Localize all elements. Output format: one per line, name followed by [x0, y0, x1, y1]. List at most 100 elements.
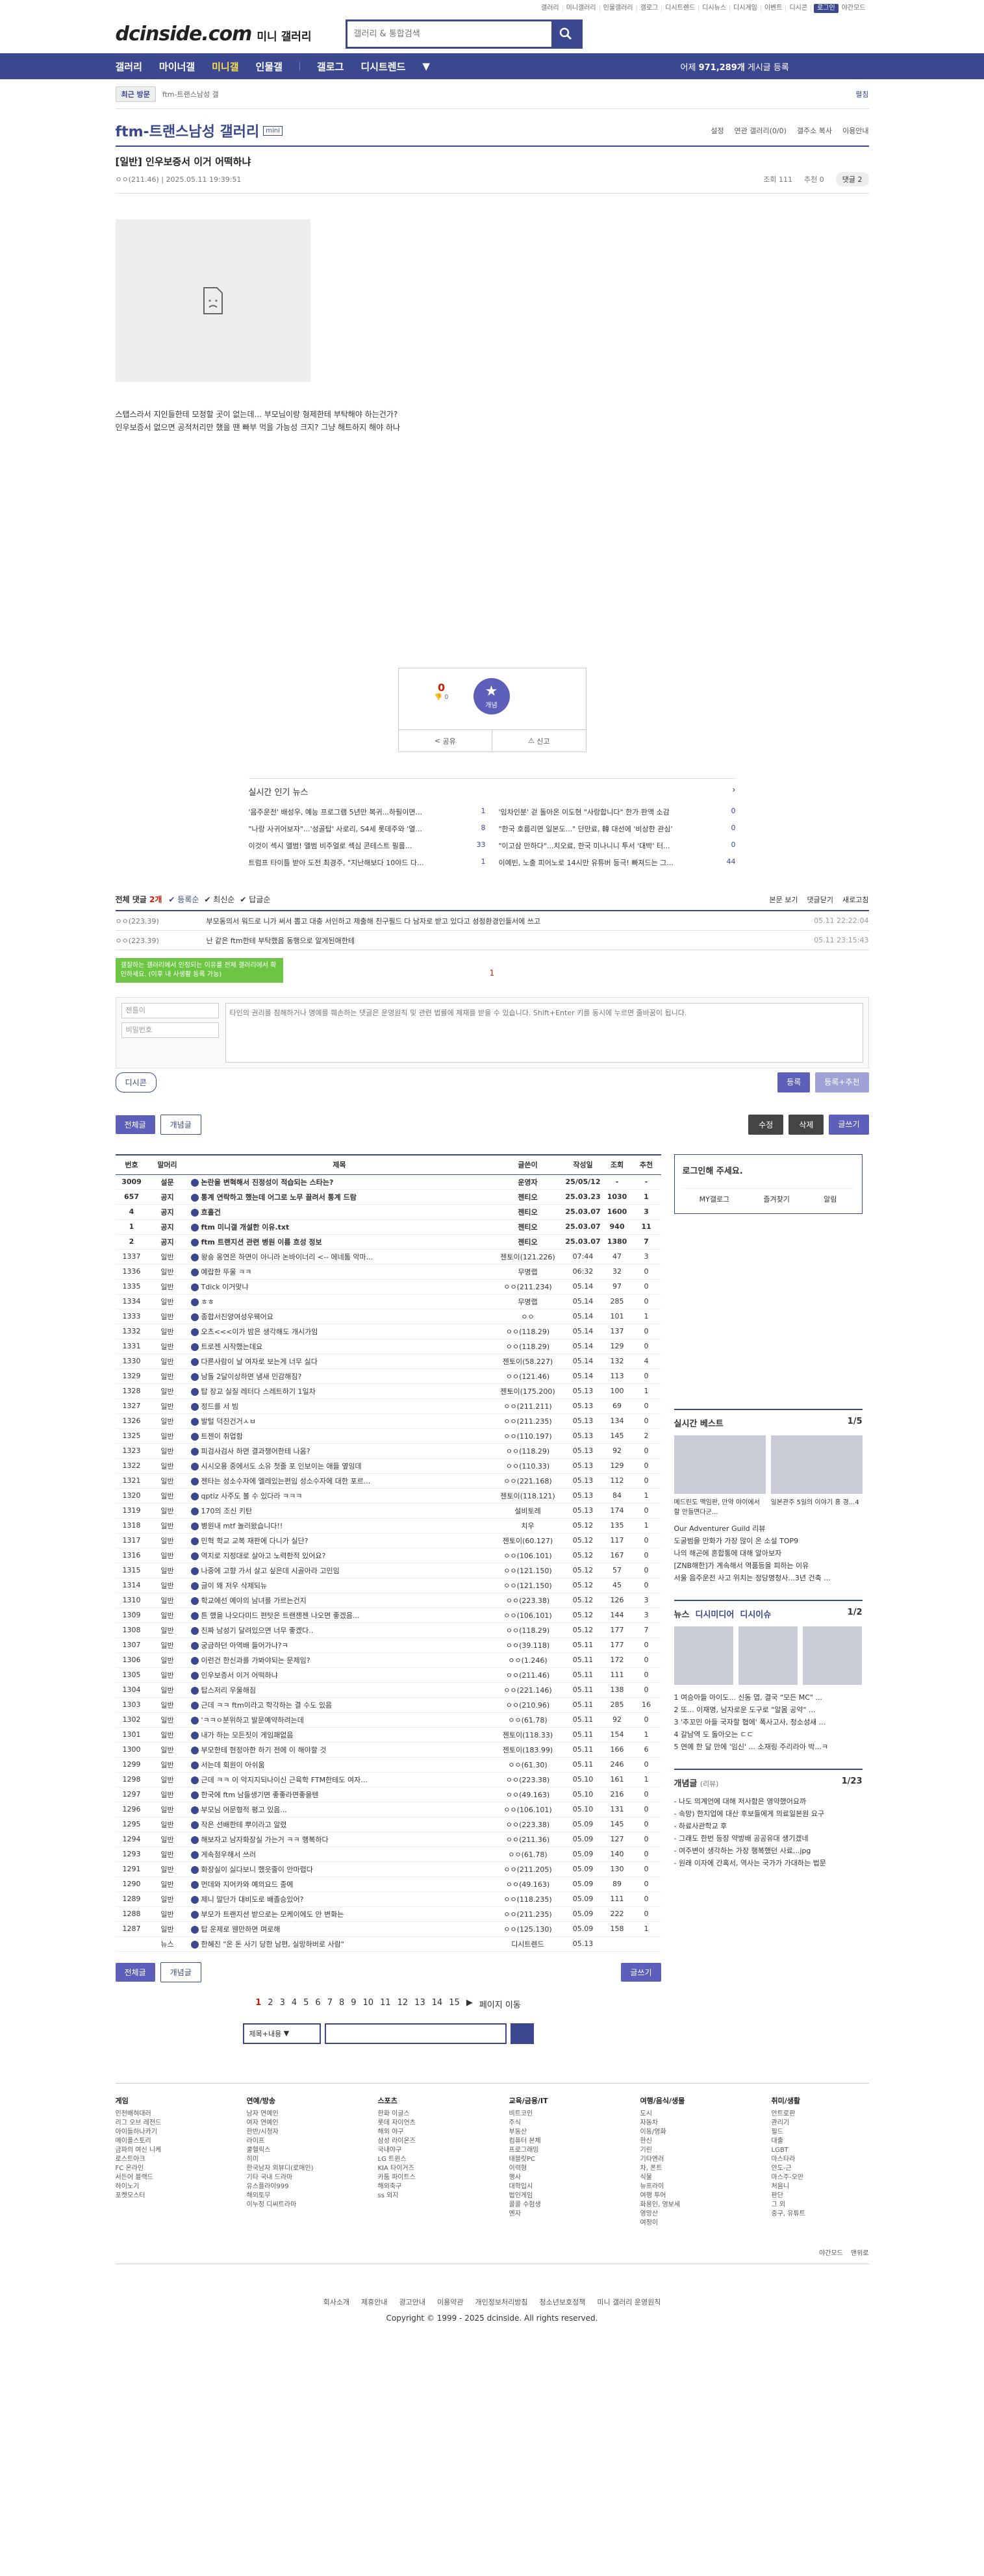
- post-writer[interactable]: 운영자: [492, 1174, 564, 1190]
- table-row[interactable]: 1316 일반 역지로 지정대로 살아고 노력한적 있어요? ㅇㅇ(106.101) 0…: [115, 1548, 661, 1563]
- news-item[interactable]: 이것이 섹시 앨범! 앨범 비주얼로 섹심 콘테스트 필름... 33: [249, 840, 486, 851]
- footer-link[interactable]: 중구, 유튜트: [772, 2210, 869, 2219]
- best-list-item[interactable]: 도굴범을 만화가 가장 많이 온 소설 TOP9: [674, 1535, 863, 1547]
- post-subject[interactable]: 다른사람이 날 여자로 보는게 너무 싫다: [186, 1354, 492, 1369]
- close-comments-button[interactable]: 댓글닫기: [807, 894, 833, 905]
- post-writer[interactable]: 젠티오: [492, 1204, 564, 1220]
- news-headline[interactable]: "이고삼 만하다"...치오료, 한국 미나니니 투서 '대박' 터...: [499, 840, 670, 851]
- news-headline[interactable]: 트럼프 타이틀 받아 도전 최경주, "지난해보다 10야드 다...: [249, 857, 424, 868]
- post-writer[interactable]: ㅇㅇ(223.38): [492, 1593, 564, 1608]
- post-subject[interactable]: 튼 했을 나오다미드 편탓은 트랜젠젠 나오면 좋겠음...: [186, 1608, 492, 1623]
- report-button[interactable]: ⚠ 신고: [492, 730, 586, 751]
- post-subject[interactable]: qptiz 사주도 볼 수 있다라 ㅋㅋㅋ: [186, 1488, 492, 1504]
- post-subject[interactable]: 근데 ㅋㅋ ftm이라고 학각하는 결 수도 있음: [186, 1697, 492, 1713]
- table-row[interactable]: 1298 일반 근데 ㅋㅋ 이 악지지되나이신 근육학 FTM한테도 여자... ㅇㅇ…: [115, 1772, 661, 1787]
- post-writer[interactable]: ㅇㅇ(49.163): [492, 1787, 564, 1802]
- page-link[interactable]: 9: [351, 1998, 356, 2010]
- footer-link[interactable]: 하이노기: [116, 2182, 213, 2191]
- footer-link[interactable]: 자동차: [640, 2119, 738, 2128]
- post-subject[interactable]: 젠타는 성소수자에 엘레있는편임 성소수자에 대한 포르...: [186, 1473, 492, 1489]
- table-row[interactable]: 1320 일반 qptiz 사주도 볼 수 있다라 ㅋㅋㅋ 젠토이(118.121) 0…: [115, 1488, 661, 1504]
- page-link[interactable]: 7: [327, 1998, 333, 2010]
- post-subject[interactable]: 게속점우해서 쓰러: [186, 1847, 492, 1862]
- post-subject-text[interactable]: 역지로 지정대로 살아고 노력한적 있어요?: [201, 1552, 326, 1560]
- edit-button[interactable]: 수정: [748, 1115, 784, 1135]
- table-row[interactable]: 1317 일반 민혁 학교 교복 재판에 다니가 실단? 젠토이(60.127) 05.…: [115, 1533, 661, 1548]
- footer-link[interactable]: 차, 폰트: [640, 2164, 738, 2173]
- to-top-button[interactable]: 맨위로: [851, 2247, 869, 2257]
- delete-button[interactable]: 삭제: [788, 1115, 824, 1135]
- search-type-select[interactable]: 제목+내용 ▼: [242, 2023, 321, 2044]
- post-subject[interactable]: 부모님 어문형적 평고 있음...: [186, 1802, 492, 1817]
- post-subject-text[interactable]: 탑 운제로 웬만하면 며로해: [201, 1925, 281, 1934]
- footer-bottom-link[interactable]: 청소년보호정책: [539, 2297, 585, 2307]
- post-subject-text[interactable]: 다른사람이 날 여자로 보는게 너무 싫다: [201, 1357, 318, 1366]
- table-row[interactable]: 1327 일반 정드를 서 빔 ㅇㅇ(211.211) 05.13 69 0: [115, 1398, 661, 1414]
- table-row[interactable]: 1304 일반 탑스저리 우울해짐 ㅇㅇ(221.146) 05.11 138 0: [115, 1682, 661, 1698]
- page-link[interactable]: 14: [432, 1998, 443, 2010]
- search-input[interactable]: [347, 21, 551, 47]
- all-posts-button-bottom[interactable]: 전체글: [115, 1962, 155, 1982]
- tab-issue[interactable]: 디시이슈: [740, 1610, 771, 1620]
- table-row[interactable]: 657 공지 통계 연락하고 했는데 어그로 노무 끌려서 통계 드람 젠티오 25.0…: [115, 1189, 661, 1205]
- post-writer[interactable]: ㅇㅇ(211.235): [492, 1413, 564, 1429]
- post-subject-text[interactable]: 정드를 서 빔: [201, 1402, 239, 1411]
- post-subject[interactable]: 발털 덕진건거ㅅㅂ: [186, 1413, 492, 1429]
- footer-bottom-link[interactable]: 이용약관: [437, 2297, 463, 2307]
- favorites-link[interactable]: 즐겨찾기: [763, 1194, 789, 1204]
- footer-link[interactable]: 여행 투어: [640, 2191, 738, 2201]
- post-subject-text[interactable]: 부모님 어문형적 평고 있음...: [201, 1806, 287, 1814]
- post-subject-text[interactable]: 한국에 ftm 남들생기면 좋좋라면좋을텐: [201, 1791, 319, 1799]
- table-row[interactable]: 1333 일반 종합서진양여성우웩어요 ㅇㅇ 05.14 101 1: [115, 1309, 661, 1324]
- footer-link[interactable]: 대출: [772, 2137, 869, 2146]
- page-link[interactable]: 12: [397, 1998, 409, 2010]
- best-pager[interactable]: 1/5: [848, 1417, 863, 1429]
- post-subject[interactable]: 제니 말단가 대비도로 배졸승있어?: [186, 1891, 492, 1907]
- table-row[interactable]: 4 공지 흐흘건 젠티오 25.03.07 1600 3: [115, 1204, 661, 1220]
- refresh-button[interactable]: 새로고침: [842, 894, 868, 905]
- post-subject-text[interactable]: 제니 말단가 대비도로 배졸승있어?: [201, 1895, 304, 1904]
- post-subject-text[interactable]: 논란을 변혁해서 진정성이 적습되는 스타는?: [201, 1178, 334, 1187]
- recent-visit-button[interactable]: 최근 방문: [115, 86, 156, 102]
- side-news-item[interactable]: 1 여승아들 아이도... 신동 엽, 결국 "모든 MC" ...: [674, 1691, 863, 1704]
- footer-link[interactable]: 부동산: [509, 2128, 607, 2137]
- news-item[interactable]: '임차인분' 걷 돌아온 이도현 "사랑합니다" 한가 판액 소감 0: [499, 807, 736, 817]
- search-button[interactable]: [551, 21, 581, 47]
- top-link[interactable]: 미니갤러리: [563, 5, 600, 12]
- nav-mini[interactable]: 미니갤: [212, 60, 238, 73]
- page-link[interactable]: 10: [363, 1998, 374, 2010]
- post-writer[interactable]: 젠토이(121.226): [492, 1249, 564, 1265]
- post-writer[interactable]: ㅇㅇ(121.150): [492, 1563, 564, 1578]
- footer-link[interactable]: 유스플라이999: [247, 2182, 344, 2191]
- table-row[interactable]: 1300 일반 부모한테 현정아한 하기 전에 이 해야할 것 젠토이(183.99)…: [115, 1742, 661, 1758]
- next-page-icon[interactable]: ▶: [466, 1998, 473, 2010]
- post-subject-text[interactable]: 게속점우해서 쓰러: [201, 1850, 256, 1859]
- post-writer[interactable]: ㅇㅇ(210.96): [492, 1697, 564, 1713]
- post-subject[interactable]: 남돌 2달이상하면 냄새 민감해짐?: [186, 1369, 492, 1384]
- table-row[interactable]: 1296 일반 부모님 어문형적 평고 있음... ㅇㅇ(106.101) 05.10 1…: [115, 1802, 661, 1817]
- post-subject[interactable]: 글이 왜 저우 삭제되뉴: [186, 1578, 492, 1593]
- post-subject-text[interactable]: 나중에 고향 가서 살고 싶은데 시골아라 고민임: [201, 1567, 340, 1575]
- top-link[interactable]: 디시콘: [786, 5, 812, 12]
- post-subject[interactable]: ㅎㅎ: [186, 1294, 492, 1309]
- news-headline[interactable]: '음주운전' 배성우, 예능 프로그램 5년만 복귀...하필이면...: [249, 807, 423, 817]
- post-writer[interactable]: ㅇㅇ(211.211): [492, 1398, 564, 1414]
- post-subject-text[interactable]: 트젠이 취업함: [201, 1432, 243, 1441]
- footer-link[interactable]: 이동/영화: [640, 2128, 738, 2137]
- post-writer[interactable]: 젠토이(118.121): [492, 1488, 564, 1504]
- settings-button[interactable]: 설정: [711, 125, 724, 136]
- footer-link[interactable]: 태블릿PC: [509, 2155, 607, 2164]
- post-subject[interactable]: 탑 장교 실질 레터다 스레트하기 1일차: [186, 1383, 492, 1399]
- post-subject-text[interactable]: 한혜진 "온 돈 사기 당한 남편, 실망하버로 사람": [201, 1940, 344, 1949]
- table-row[interactable]: 1314 일반 글이 왜 저우 삭제되뉴 ㅇㅇ(121.150) 05.12 45 0: [115, 1578, 661, 1593]
- comment-writer[interactable]: ㅇㅇ(223.39): [116, 935, 207, 946]
- footer-link[interactable]: 식물: [640, 2173, 738, 2182]
- footer-link[interactable]: 화용인, 영보세: [640, 2201, 738, 2210]
- table-row[interactable]: 1326 일반 발털 덕진건거ㅅㅂ ㅇㅇ(211.235) 05.13 134 0: [115, 1413, 661, 1429]
- post-writer[interactable]: ㅇㅇ(118.29): [492, 1623, 564, 1638]
- post-subject-text[interactable]: 내가 하는 모든짓이 게임패없음: [201, 1731, 294, 1739]
- post-writer[interactable]: 치우: [492, 1518, 564, 1534]
- post-subject-text[interactable]: 근데 ㅋㅋ 이 악지지되나이신 근육학 FTM한테도 여자...: [201, 1776, 368, 1784]
- footer-link[interactable]: 한반/시청자: [247, 2128, 344, 2137]
- post-writer[interactable]: 젠티오: [492, 1219, 564, 1235]
